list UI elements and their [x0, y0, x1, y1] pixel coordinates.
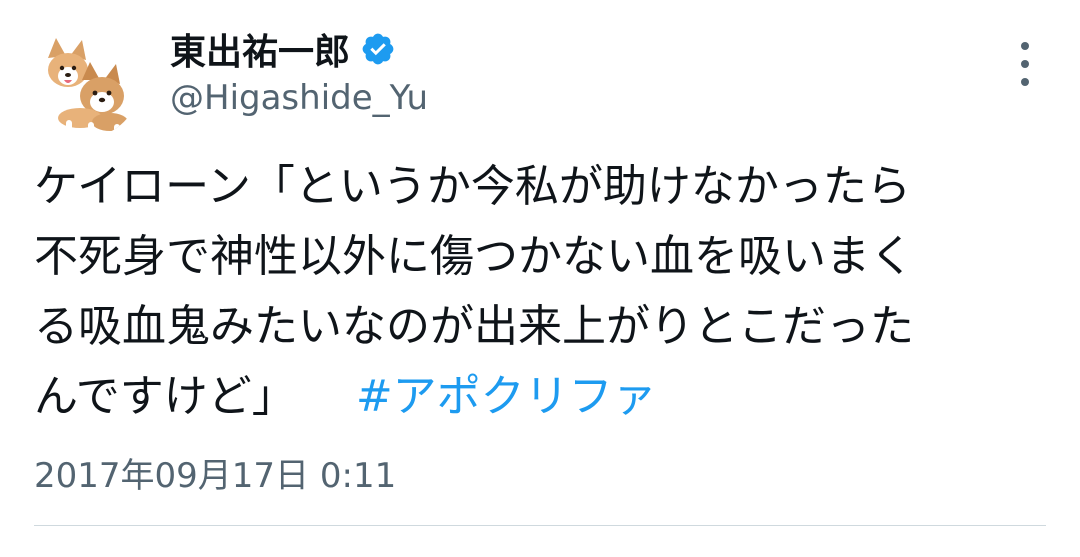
author-display-name[interactable]: 東出祐一郎 — [170, 23, 350, 75]
corgi-avatar-icon — [30, 28, 140, 138]
tweet-text-line: ケイローン「というか今私が助けなかったら — [34, 161, 911, 212]
tweet-text-line-last: んですけど」 #アポクリファ — [34, 362, 1044, 432]
verified-badge-icon[interactable] — [360, 31, 396, 67]
more-options-icon[interactable] — [1010, 42, 1040, 86]
tweet-timestamp[interactable]: 2017年09月17日 0:11 — [34, 448, 396, 497]
avatar[interactable] — [30, 28, 140, 138]
tweet-text-line: 不死身で神性以外に傷つかない血を吸いまく — [34, 231, 914, 282]
hashtag-link[interactable]: #アポクリファ — [356, 371, 657, 422]
tweet-text-line: る吸血鬼みたいなのが出来上がりとこだった — [34, 301, 914, 352]
more-dot — [1021, 42, 1029, 50]
author-name-row: 東出祐一郎 — [170, 24, 396, 74]
tweet-text-line: んですけど」 — [34, 371, 296, 422]
more-dot — [1021, 60, 1029, 68]
tweet-card: 東出祐一郎 @Higashide_Yu ケイローン「というか今私が助けなかったら… — [0, 0, 1080, 557]
divider — [34, 525, 1046, 526]
tweet-text: ケイローン「というか今私が助けなかったら 不死身で神性以外に傷つかない血を吸いま… — [34, 152, 1044, 432]
author-handle[interactable]: @Higashide_Yu — [170, 78, 428, 118]
more-dot — [1021, 78, 1029, 86]
